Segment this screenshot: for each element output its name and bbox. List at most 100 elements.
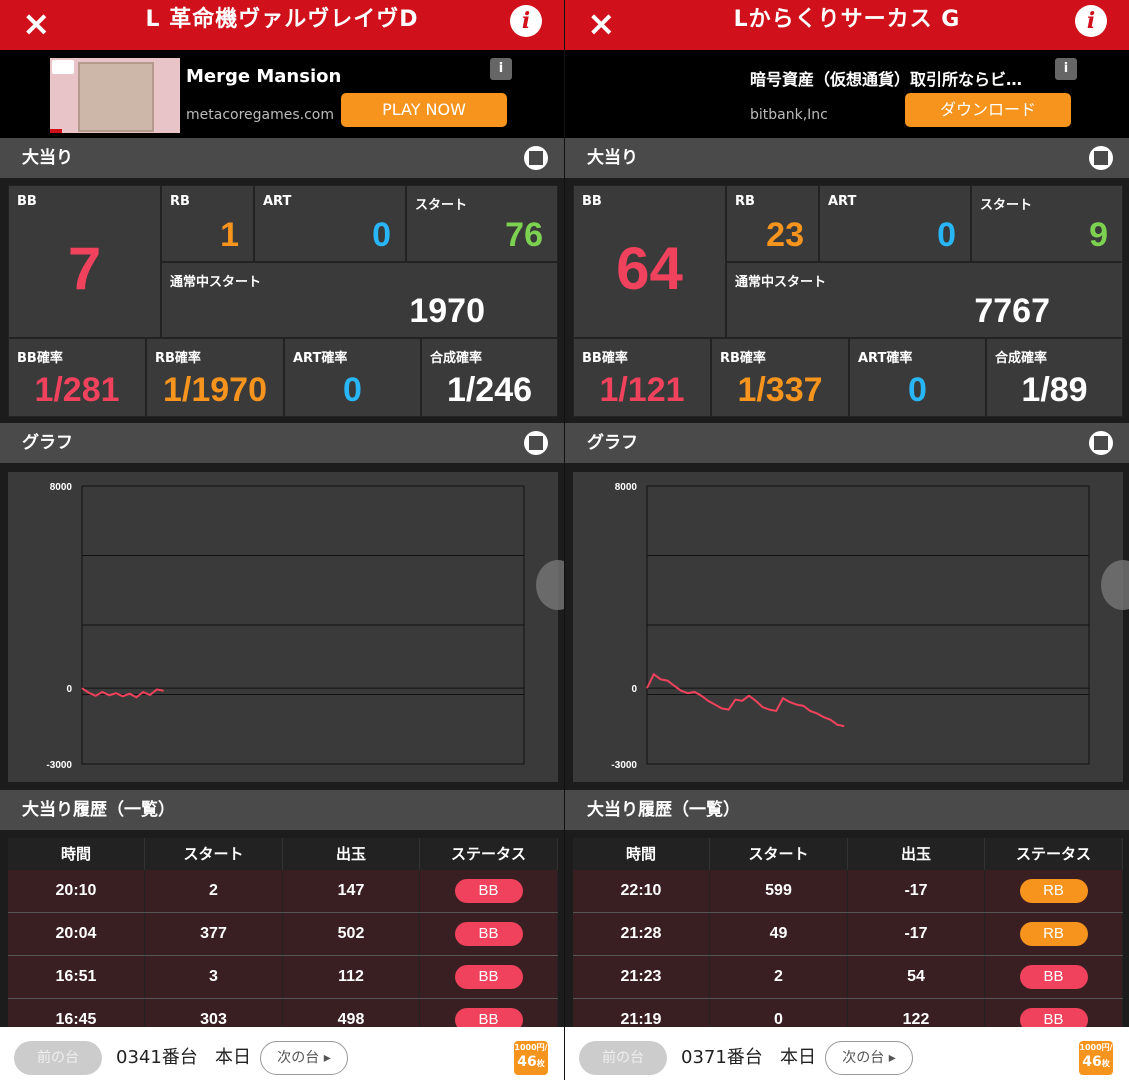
- bottom-nav: 前の台 0371番台 本日 次の台 ▸ 1000円/46枚: [565, 1027, 1129, 1080]
- stat-label: ART確率: [293, 351, 348, 366]
- col-payout: 出玉: [283, 838, 420, 870]
- stat-rb-rate-value: 1/337: [737, 371, 823, 409]
- grid-icon[interactable]: [524, 146, 548, 170]
- section-bonus-header: 大当り: [0, 138, 564, 178]
- ad-info-icon[interactable]: i: [490, 58, 512, 80]
- stat-start: スタート 9: [971, 185, 1123, 262]
- graph-chart: 8000 0 -3000: [46, 482, 525, 771]
- col-start: スタート: [145, 838, 283, 870]
- table-row[interactable]: 22:10 599 -17 RB: [573, 870, 1123, 913]
- cell-payout: 112: [283, 956, 420, 998]
- y-tick-label: -3000: [611, 760, 637, 771]
- stat-label: RB: [735, 194, 755, 209]
- grid-icon[interactable]: [1089, 146, 1113, 170]
- ad-headline[interactable]: Merge Mansion: [186, 66, 341, 87]
- cell-start: 2: [145, 870, 283, 912]
- status-badge: BB: [454, 964, 523, 989]
- ad-banner[interactable]: 暗号資産（仮想通貨）取引所ならビ… bitbank,Inc ダウンロード i: [565, 50, 1129, 138]
- table-row[interactable]: 21:28 49 -17 RB: [573, 913, 1123, 956]
- next-machine-button[interactable]: 次の台 ▸: [825, 1041, 913, 1075]
- ad-headline[interactable]: 暗号資産（仮想通貨）取引所ならビ…: [750, 66, 1022, 90]
- ad-banner[interactable]: Merge Mansion metacoregames.com PLAY NOW…: [0, 50, 564, 138]
- slot-panel-right: × Lからくりサーカス G i 暗号資産（仮想通貨）取引所ならビ… bitban…: [565, 0, 1129, 1080]
- ad-cta-button[interactable]: PLAY NOW: [341, 93, 507, 127]
- prev-machine-button[interactable]: 前の台: [14, 1041, 102, 1075]
- cell-status: BB: [985, 956, 1123, 998]
- coin-unit: 枚: [1101, 1059, 1110, 1068]
- stat-art-value: 0: [937, 216, 956, 254]
- col-time: 時間: [573, 838, 710, 870]
- stat-bb-rate-value: 1/121: [599, 371, 685, 409]
- coin-unit: 枚: [536, 1059, 545, 1068]
- stat-combined-rate-value: 1/246: [446, 371, 533, 409]
- stat-normal-start-value: 7767: [974, 292, 1050, 330]
- status-badge: RB: [1019, 921, 1088, 946]
- stat-label: スタート: [980, 198, 1033, 213]
- y-tick-label: 0: [66, 684, 72, 695]
- col-payout: 出玉: [848, 838, 985, 870]
- ad-domain: metacoregames.com: [186, 107, 335, 123]
- ad-cta-button[interactable]: ダウンロード: [905, 93, 1071, 127]
- stat-art: ART 0: [254, 185, 406, 262]
- stat-label: BB確率: [582, 351, 628, 366]
- stat-bb: BB 64: [573, 185, 726, 338]
- stat-rb-value: 23: [766, 216, 804, 254]
- coin-rate-icon[interactable]: 1000円/46枚: [1079, 1041, 1113, 1075]
- section-history-header: 大当り履歴（一覧）: [0, 790, 564, 830]
- close-icon[interactable]: ×: [22, 6, 51, 42]
- coin-value: 46: [517, 1054, 537, 1070]
- table-row[interactable]: 20:04 377 502 BB: [8, 913, 558, 956]
- today-label: 本日: [214, 1047, 251, 1068]
- stat-label: 合成確率: [995, 351, 1048, 366]
- y-tick-label: 0: [631, 684, 637, 695]
- stat-label: 合成確率: [430, 351, 483, 366]
- ad-info-icon[interactable]: i: [1055, 58, 1077, 80]
- table-row[interactable]: 16:51 3 112 BB: [8, 956, 558, 999]
- col-time: 時間: [8, 838, 145, 870]
- stat-bb: BB 7: [8, 185, 161, 338]
- payout-graph: 8000 0 -3000: [573, 472, 1129, 782]
- machine-number: 0341番台 本日: [116, 1041, 251, 1075]
- cell-time: 20:10: [8, 870, 145, 912]
- stat-rb-value: 1: [220, 216, 239, 254]
- grid-icon[interactable]: [524, 431, 548, 455]
- cell-payout: 502: [283, 913, 420, 955]
- next-machine-button[interactable]: 次の台 ▸: [260, 1041, 348, 1075]
- y-tick-label: 8000: [50, 482, 73, 493]
- prev-machine-button[interactable]: 前の台: [579, 1041, 667, 1075]
- cell-payout: -17: [848, 913, 985, 955]
- coin-top: 1000円/: [514, 1043, 548, 1052]
- status-badge: BB: [1019, 964, 1088, 989]
- table-row[interactable]: 21:23 2 54 BB: [573, 956, 1123, 999]
- section-history-header: 大当り履歴（一覧）: [565, 790, 1129, 830]
- machine-title: Lからくりサーカス G: [733, 7, 961, 32]
- grid-icon[interactable]: [1089, 431, 1113, 455]
- machine-number: 0371番台 本日: [681, 1041, 816, 1075]
- slot-panel-left: × L 革命機ヴァルヴレイヴD i Merge Mansion metacore…: [0, 0, 564, 1080]
- cell-time: 16:51: [8, 956, 145, 998]
- y-tick-label: 8000: [615, 482, 638, 493]
- info-icon[interactable]: i: [510, 5, 542, 37]
- y-tick-label: -3000: [46, 760, 72, 771]
- close-icon[interactable]: ×: [587, 6, 616, 42]
- info-icon[interactable]: i: [1075, 5, 1107, 37]
- table-row[interactable]: 20:10 2 147 BB: [8, 870, 558, 913]
- cell-status: BB: [420, 870, 558, 912]
- stat-art-rate: ART確率 0: [849, 338, 986, 417]
- stat-bb-value: 64: [616, 235, 683, 302]
- cell-time: 20:04: [8, 913, 145, 955]
- ad-domain: bitbank,Inc: [750, 107, 828, 123]
- ad-thumbnail[interactable]: [50, 58, 180, 133]
- stat-label: ART: [828, 194, 857, 209]
- section-label: 大当り: [587, 148, 638, 168]
- section-label: グラフ: [22, 433, 73, 453]
- stat-label: BB確率: [17, 351, 63, 366]
- cell-payout: 54: [848, 956, 985, 998]
- stat-combined-rate: 合成確率 1/89: [986, 338, 1123, 417]
- stat-combined-rate-value: 1/89: [1021, 371, 1088, 409]
- stat-art-rate-value: 0: [908, 371, 927, 409]
- cell-status: BB: [420, 913, 558, 955]
- bonus-stats: BB 64 RB 23 ART 0 スタート 9 通常中スタート 7767 BB…: [573, 185, 1123, 417]
- cell-payout: -17: [848, 870, 985, 912]
- coin-rate-icon[interactable]: 1000円/46枚: [514, 1041, 548, 1075]
